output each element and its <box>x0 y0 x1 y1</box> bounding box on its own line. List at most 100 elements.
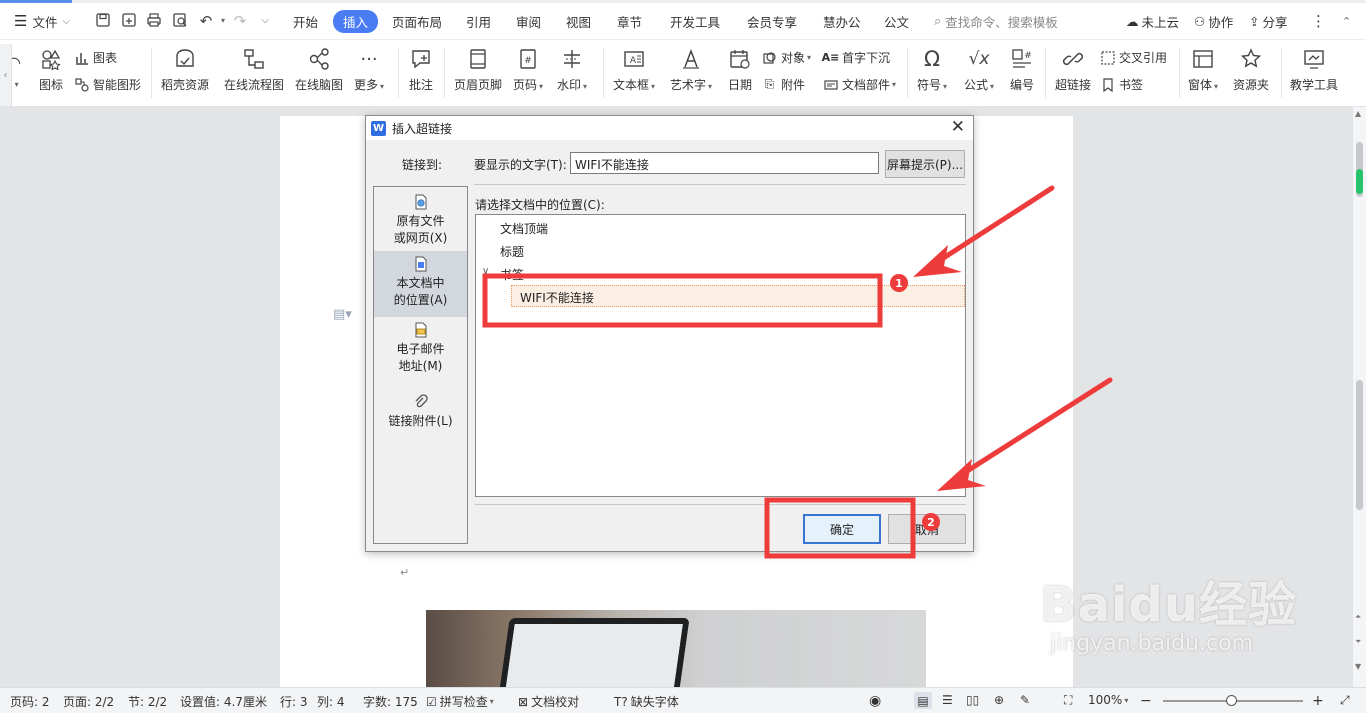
fullscreen-icon[interactable]: ⤢ <box>1340 693 1350 708</box>
ribbon-object[interactable]: 对象 ▾ <box>762 49 811 66</box>
print-preview-icon[interactable] <box>171 12 189 30</box>
export-icon[interactable] <box>120 12 138 30</box>
screentip-button[interactable]: 屏幕提示(P)... <box>885 150 965 178</box>
scroll-prev-page-icon[interactable]: ⏶ <box>1355 612 1361 622</box>
spell-check-button[interactable]: ☑ 拼写检查 ▾ <box>426 693 494 710</box>
fit-window-icon[interactable]: ⛶ <box>1064 693 1072 708</box>
ribbon-textbox[interactable]: A 文本框 ▾ <box>613 46 655 93</box>
ribbon-wordart[interactable]: 艺术字 ▾ <box>670 46 712 93</box>
file-menu-label: 文件 <box>32 14 58 30</box>
tab-smart-office[interactable]: 慧办公 <box>823 12 861 31</box>
tree-item-bookmarks[interactable]: 书签 <box>500 266 524 283</box>
status-word-count[interactable]: 字数: 175 <box>363 693 418 710</box>
undo-icon[interactable]: ↶ <box>197 12 215 30</box>
ribbon-doc-parts[interactable]: 文档部件 ▾ <box>823 76 896 93</box>
tab-insert[interactable]: 插入 <box>333 10 379 33</box>
document-proofread-button[interactable]: ⊠ 文档校对 <box>518 693 579 710</box>
vertical-scrollbar[interactable]: ▲ ⏶ ⏷ ▼ <box>1352 107 1366 687</box>
dialog-divider <box>475 504 966 505</box>
outline-view-icon[interactable]: ☰ <box>942 693 953 707</box>
collapse-ribbon-icon[interactable]: ⌃ <box>1342 10 1351 32</box>
more-options-icon[interactable]: ⋮ <box>1311 10 1326 32</box>
ribbon-docer-resources[interactable]: 稻壳资源 <box>161 46 209 93</box>
close-icon[interactable]: ✕ <box>951 118 965 136</box>
ribbon-form[interactable]: 窗体 ▾ <box>1188 46 1218 93</box>
zoom-slider-thumb[interactable] <box>1226 695 1237 706</box>
display-text-field[interactable]: WIFI不能连接 <box>570 152 879 174</box>
paragraph-layout-icon[interactable]: ▤▾ <box>333 307 352 322</box>
dialog-title-bar[interactable]: W 插入超链接 ✕ <box>366 116 973 140</box>
ribbon-comment[interactable]: 批注 <box>408 46 434 93</box>
tab-official-doc[interactable]: 公文 <box>884 12 909 31</box>
reading-view-icon[interactable]: ▯▯ <box>966 693 979 707</box>
redo-icon[interactable]: ↷ <box>231 12 249 30</box>
tab-references[interactable]: 引用 <box>466 12 491 31</box>
file-menu[interactable]: ☰ 文件 ⌵ <box>14 10 70 32</box>
status-section[interactable]: 节: 2/2 <box>128 693 167 710</box>
link-type-existing-file[interactable]: 原有文件 或网页(X) <box>374 193 467 253</box>
tree-item-document-top[interactable]: 文档顶端 <box>500 220 548 237</box>
link-type-email-address[interactable]: 电子邮件 地址(M) <box>374 321 467 381</box>
ribbon-chart-button[interactable]: 图表 <box>74 49 117 66</box>
chevron-down-icon[interactable]: ∨ <box>482 266 489 277</box>
zoom-level[interactable]: 100% ▾ <box>1088 693 1128 707</box>
ribbon-more[interactable]: ··· 更多 ▾ <box>354 46 384 93</box>
tab-layout[interactable]: 页面布局 <box>392 12 442 31</box>
ribbon-hyperlink[interactable]: 超链接 <box>1055 46 1091 93</box>
ribbon-page-number[interactable]: # 页码 ▾ <box>513 46 543 93</box>
document-position-tree[interactable]: 文档顶端 标题 ∨ 书签 WIFI不能连接 <box>475 214 966 497</box>
ribbon-attachment[interactable]: ⎘ 附件 <box>762 76 805 93</box>
ribbon-scroll-left-button[interactable]: ‹ <box>0 44 12 106</box>
ribbon-icon-button[interactable]: 图标 <box>38 46 64 93</box>
ribbon-cross-reference[interactable]: 交叉引用 <box>1100 49 1167 66</box>
scrollbar-thumb[interactable] <box>1356 380 1363 510</box>
ribbon-drop-cap[interactable]: A≡ 首字下沉 <box>822 49 890 66</box>
link-type-attachment[interactable]: 链接附件(L) <box>374 393 467 437</box>
ribbon-online-flowchart[interactable]: 在线流程图 <box>224 46 284 93</box>
tab-member[interactable]: 会员专享 <box>747 12 797 31</box>
link-type-place-in-document[interactable]: 本文档中 的位置(A) <box>374 251 467 317</box>
ribbon-teaching-tools[interactable]: 教学工具 <box>1290 46 1338 93</box>
ribbon-date[interactable]: 日期 <box>727 46 753 93</box>
status-setting[interactable]: 设置值: 4.7厘米 <box>180 693 267 710</box>
scroll-next-page-icon[interactable]: ⏷ <box>1355 637 1361 647</box>
tab-start[interactable]: 开始 <box>293 12 318 31</box>
tree-item-bookmark-wifi[interactable]: WIFI不能连接 <box>520 289 594 306</box>
top-bar: ☰ 文件 ⌵ ↶ ▾ ↷ ⌵ 开始 插入 页面布局 引用 审阅 视图 章节 开发… <box>0 0 1366 40</box>
pen-icon[interactable]: ✎ <box>1020 693 1030 707</box>
cloud-status[interactable]: ☁ 未上云 <box>1126 10 1179 32</box>
ribbon-header-footer[interactable]: 页眉页脚 <box>454 46 502 93</box>
collaborate-button[interactable]: ⚇ 协作 <box>1194 10 1233 32</box>
quick-access-dropdown-icon[interactable]: ⌵ <box>256 12 274 30</box>
save-icon[interactable] <box>94 12 112 30</box>
tab-view[interactable]: 视图 <box>566 12 591 31</box>
ribbon-bookmark[interactable]: 书签 <box>1100 76 1143 93</box>
ribbon-formula[interactable]: √x 公式 ▾ <box>964 46 994 93</box>
missing-fonts-button[interactable]: T? 缺失字体 <box>614 693 679 710</box>
eye-protection-icon[interactable]: ◉ <box>869 693 881 709</box>
print-icon[interactable] <box>145 12 163 30</box>
ribbon-smartart-button[interactable]: 智能图形 <box>74 76 141 93</box>
command-search[interactable]: ⌕ 查找命令、搜索模板 <box>934 10 1058 32</box>
zoom-in-button[interactable]: + <box>1312 693 1324 709</box>
status-page[interactable]: 页码: 2 <box>10 693 50 710</box>
cancel-button[interactable]: 取消 <box>888 514 966 544</box>
share-button[interactable]: ⇪ 分享 <box>1249 10 1288 32</box>
tab-developer[interactable]: 开发工具 <box>670 12 720 31</box>
ribbon-symbol[interactable]: Ω 符号 ▾ <box>917 46 947 93</box>
ribbon-watermark[interactable]: 水印 ▾ <box>557 46 587 93</box>
zoom-out-button[interactable]: − <box>1140 693 1152 709</box>
ribbon-online-mindmap[interactable]: 在线脑图 <box>295 46 343 93</box>
page-view-icon[interactable]: ▤ <box>914 692 932 709</box>
web-view-icon[interactable]: ⊕ <box>994 693 1004 707</box>
tab-review[interactable]: 审阅 <box>516 12 541 31</box>
tree-item-headings[interactable]: 标题 <box>500 243 524 260</box>
header-footer-icon <box>465 46 491 72</box>
scroll-down-icon[interactable]: ▼ <box>1355 662 1361 671</box>
ribbon-numbering[interactable]: # 编号 <box>1009 46 1035 93</box>
ribbon-resource-folder[interactable]: 资源夹 <box>1233 46 1269 93</box>
tab-chapter[interactable]: 章节 <box>617 12 642 31</box>
ok-button[interactable]: 确定 <box>803 514 881 544</box>
undo-dropdown-icon[interactable]: ▾ <box>214 12 232 30</box>
status-pages[interactable]: 页面: 2/2 <box>63 693 114 710</box>
